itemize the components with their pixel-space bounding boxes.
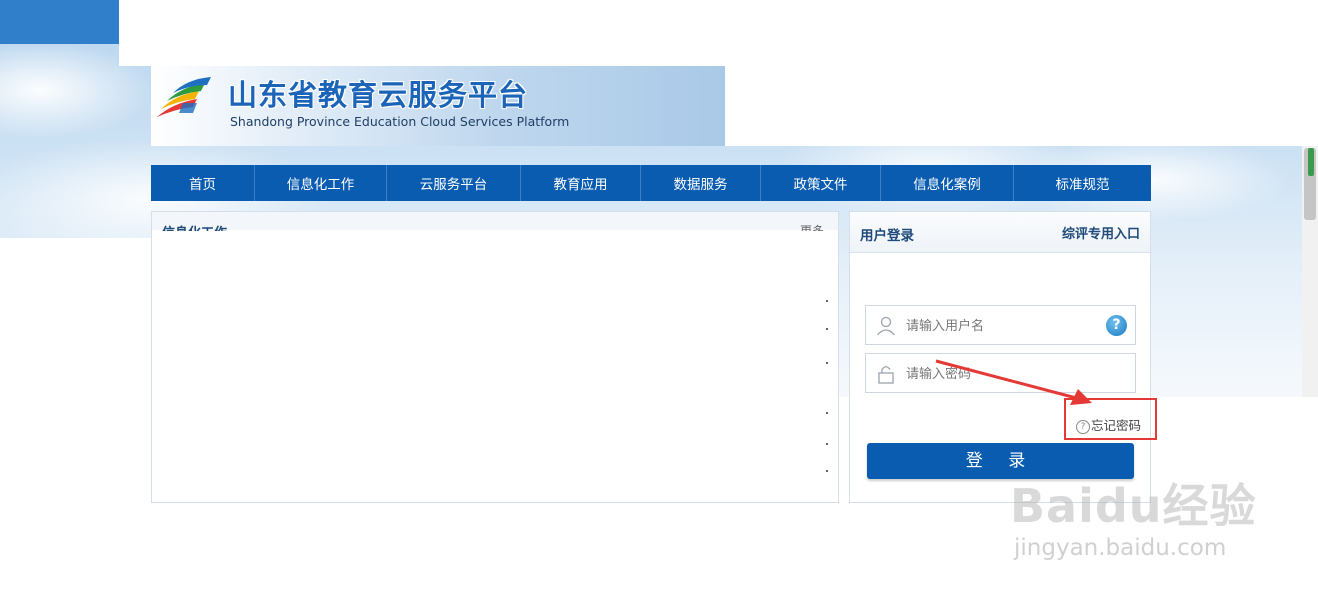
blank-area xyxy=(119,0,1318,66)
nav-item-home[interactable]: 首页 xyxy=(151,165,255,201)
platform-logo-icon xyxy=(157,77,211,117)
scroll-indicator xyxy=(1308,148,1314,176)
blank-area xyxy=(0,238,151,398)
baidu-watermark: Baidu经验 xyxy=(1010,479,1257,533)
forgot-password-link[interactable]: ? 忘记密码 xyxy=(1076,415,1141,434)
login-title: 用户登录 xyxy=(860,228,914,244)
nav-item-cases[interactable]: 信息化案例 xyxy=(881,165,1014,201)
list-bullet xyxy=(826,443,828,445)
blank-area xyxy=(725,66,1318,146)
site-subtitle: Shandong Province Education Cloud Servic… xyxy=(230,114,570,129)
site-title: 山东省教育云服务平台 xyxy=(228,78,529,112)
corner-block xyxy=(0,0,119,44)
list-bullet xyxy=(826,362,828,364)
username-field: ? xyxy=(865,305,1136,345)
watermark-url: jingyan.baidu.com xyxy=(1014,535,1227,561)
annotation-arrow xyxy=(935,359,1092,405)
nav-item-informatization[interactable]: 信息化工作 xyxy=(255,165,387,201)
panel-header xyxy=(152,212,838,230)
special-entry-link[interactable]: 综评专用入口 xyxy=(1062,223,1140,242)
nav-item-policy[interactable]: 政策文件 xyxy=(761,165,881,201)
panel-title: 信息化工作 xyxy=(162,222,227,231)
lock-icon xyxy=(878,366,894,384)
forgot-password-label: 忘记密码 xyxy=(1091,418,1142,433)
panel-content xyxy=(152,231,824,501)
list-bullet xyxy=(826,412,828,414)
user-icon xyxy=(877,316,895,336)
main-nav: 首页 信息化工作 云服务平台 教育应用 数据服务 政策文件 信息化案例 标准规范 xyxy=(151,165,1151,201)
question-circle-icon: ? xyxy=(1076,420,1090,434)
username-input[interactable] xyxy=(904,314,1103,338)
list-bullet xyxy=(826,328,828,330)
nav-item-cloud-platform[interactable]: 云服务平台 xyxy=(387,165,521,201)
list-bullet xyxy=(826,300,828,302)
more-link[interactable]: 更多 xyxy=(800,222,824,231)
nav-item-data-services[interactable]: 数据服务 xyxy=(641,165,761,201)
help-icon[interactable]: ? xyxy=(1106,315,1127,336)
nav-item-standards[interactable]: 标准规范 xyxy=(1014,165,1151,201)
list-bullet xyxy=(826,470,828,472)
nav-item-edu-apps[interactable]: 教育应用 xyxy=(521,165,641,201)
